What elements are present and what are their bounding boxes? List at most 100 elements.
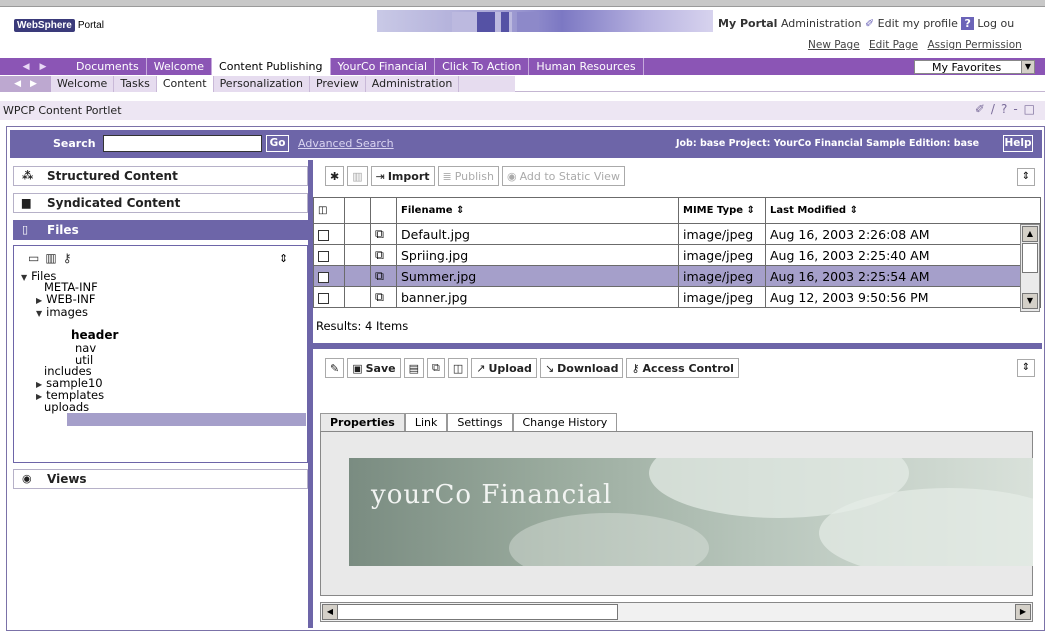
section-files[interactable]: ▯ Files	[13, 220, 308, 240]
table-row[interactable]: ⧉ Default.jpg image/jpeg Aug 16, 2003 2:…	[313, 223, 1041, 245]
help-button[interactable]: Help	[1003, 135, 1033, 152]
table-row[interactable]: ⧉ banner.jpg image/jpeg Aug 12, 2003 9:5…	[313, 286, 1041, 308]
mime-header[interactable]: MIME Type ⇕	[678, 197, 766, 224]
link-my-portal[interactable]: My Portal	[718, 17, 777, 30]
tab-settings[interactable]: Settings	[447, 413, 513, 431]
link-assign-permission[interactable]: Assign Permission	[927, 39, 1021, 51]
select-all-icon[interactable]: ◫	[318, 205, 327, 216]
tab-welcome[interactable]: Welcome	[147, 58, 213, 75]
new-file-button[interactable]: ✱	[325, 166, 345, 186]
subtab-personalization[interactable]: Personalization	[214, 76, 310, 92]
advanced-search-link[interactable]: Advanced Search	[298, 137, 394, 150]
subtab-welcome[interactable]: Welcome	[51, 76, 115, 92]
publish-button[interactable]: ≣ Publish	[437, 166, 499, 186]
row-checkbox[interactable]	[318, 271, 329, 283]
row-checkbox[interactable]	[318, 250, 329, 262]
delete-icon[interactable]: ▥	[45, 251, 62, 265]
table-scrollbar[interactable]: ▲ ▼	[1020, 224, 1040, 312]
nav-prev-icon[interactable]: ◀	[23, 62, 30, 72]
expanded-icon[interactable]: ▼	[21, 273, 27, 282]
collapsed-icon[interactable]: ▶	[36, 380, 42, 389]
type-header	[370, 197, 397, 224]
configure-icon[interactable]: /	[991, 102, 1001, 116]
copy-button[interactable]: ⧉	[427, 358, 445, 378]
subnav-next-icon[interactable]: ▶	[30, 79, 37, 89]
go-button[interactable]: Go	[266, 135, 289, 152]
tab-link[interactable]: Link	[404, 413, 448, 431]
scroll-thumb[interactable]	[1022, 243, 1038, 273]
row-checkbox[interactable]	[318, 229, 329, 241]
link-administration[interactable]: Administration	[781, 17, 862, 30]
delete-file-button[interactable]: ▥	[347, 166, 368, 186]
key-icon[interactable]: ⚷	[63, 251, 78, 265]
maximize-icon[interactable]: □	[1024, 102, 1041, 116]
scroll-up-icon[interactable]: ▲	[1022, 226, 1038, 242]
search-input[interactable]	[103, 135, 262, 152]
row-filename[interactable]: Spriing.jpg	[396, 244, 679, 266]
import-button[interactable]: ⇥ Import	[370, 166, 435, 186]
refresh-icon[interactable]: ⇕	[1017, 168, 1035, 186]
link-edit-profile[interactable]: Edit my profile	[878, 17, 958, 30]
collapsed-icon[interactable]: ▶	[36, 296, 42, 305]
select-all-cell[interactable]: ◫	[313, 197, 345, 224]
compare-button[interactable]: ◫	[447, 358, 469, 378]
row-mime: image/jpeg	[678, 244, 766, 266]
scroll-thumb[interactable]	[337, 604, 618, 620]
link-new-page[interactable]: New Page	[808, 39, 860, 51]
row-filename[interactable]: banner.jpg	[396, 286, 679, 308]
nav-scroll-arrows[interactable]: ◀ ▶	[0, 58, 69, 75]
refresh-icon[interactable]: ⇕	[279, 252, 288, 265]
table-row[interactable]: ⧉ Spriing.jpg image/jpeg Aug 16, 2003 2:…	[313, 244, 1041, 266]
subnav-prev-icon[interactable]: ◀	[14, 79, 21, 89]
upload-icon: ↗	[476, 361, 486, 375]
subtab-tasks[interactable]: Tasks	[114, 76, 157, 92]
scroll-down-icon[interactable]: ▼	[1022, 293, 1038, 309]
tab-properties[interactable]: Properties	[320, 413, 405, 431]
tab-content-publishing[interactable]: Content Publishing	[212, 58, 331, 75]
favorites-select[interactable]: My Favorites ▼	[914, 60, 1035, 74]
preview-button[interactable]: ▤	[403, 358, 425, 378]
nav-next-icon[interactable]: ▶	[40, 62, 47, 72]
tab-documents[interactable]: Documents	[69, 58, 147, 75]
tree-item-header[interactable]: header	[71, 329, 118, 341]
save-button[interactable]: ▣ Save	[347, 358, 401, 378]
add-to-static-view-button[interactable]: ◉ Add to Static View	[501, 166, 625, 186]
tab-human-resources[interactable]: Human Resources	[529, 58, 644, 75]
new-folder-icon[interactable]: ▭	[28, 251, 45, 265]
link-edit-page[interactable]: Edit Page	[869, 39, 918, 51]
help-icon[interactable]: ?	[961, 17, 974, 30]
tab-click-to-action[interactable]: Click To Action	[435, 58, 530, 75]
tree-item-images[interactable]: ▼ images	[36, 306, 88, 320]
tree-item-uploads[interactable]: uploads	[44, 401, 89, 413]
refresh-icon[interactable]: ⇕	[1017, 359, 1035, 377]
subnav-scroll-arrows[interactable]: ◀ ▶	[0, 76, 51, 92]
minimize-icon[interactable]: -	[1013, 102, 1023, 116]
collapsed-icon[interactable]: ▶	[36, 392, 42, 401]
edit-icon[interactable]: ✐	[975, 102, 991, 116]
scroll-right-icon[interactable]: ▶	[1015, 604, 1031, 620]
preview-hscrollbar[interactable]: ◀ ▶	[320, 602, 1033, 622]
upload-button[interactable]: ↗ Upload	[471, 358, 537, 378]
help-icon[interactable]: ?	[1001, 102, 1013, 116]
row-filename[interactable]: Default.jpg	[396, 223, 679, 245]
modified-header[interactable]: Last Modified ⇕	[765, 197, 1041, 224]
tab-change-history[interactable]: Change History	[512, 413, 618, 431]
subtab-administration[interactable]: Administration	[366, 76, 460, 92]
row-checkbox[interactable]	[318, 292, 329, 304]
subtab-content[interactable]: Content	[156, 76, 214, 92]
access-control-button[interactable]: ⚷ Access Control	[626, 358, 739, 378]
download-button[interactable]: ↘ Download	[539, 358, 624, 378]
scroll-left-icon[interactable]: ◀	[322, 604, 338, 620]
chevron-down-icon[interactable]: ▼	[1021, 61, 1034, 73]
tab-yourco-financial[interactable]: YourCo Financial	[331, 58, 436, 75]
subtab-preview[interactable]: Preview	[310, 76, 366, 92]
filename-header[interactable]: Filename ⇕	[396, 197, 679, 224]
expanded-icon[interactable]: ▼	[36, 309, 42, 318]
section-structured-content[interactable]: ⁂ Structured Content	[13, 166, 308, 186]
edit-button[interactable]: ✎	[325, 358, 345, 378]
row-filename[interactable]: Summer.jpg	[396, 265, 679, 287]
section-views[interactable]: ◉ Views	[13, 469, 308, 489]
link-logout[interactable]: Log ou	[977, 17, 1014, 30]
section-syndicated-content[interactable]: ▆ Syndicated Content	[13, 193, 308, 213]
table-row[interactable]: ⧉ Summer.jpg image/jpeg Aug 16, 2003 2:2…	[313, 265, 1041, 287]
